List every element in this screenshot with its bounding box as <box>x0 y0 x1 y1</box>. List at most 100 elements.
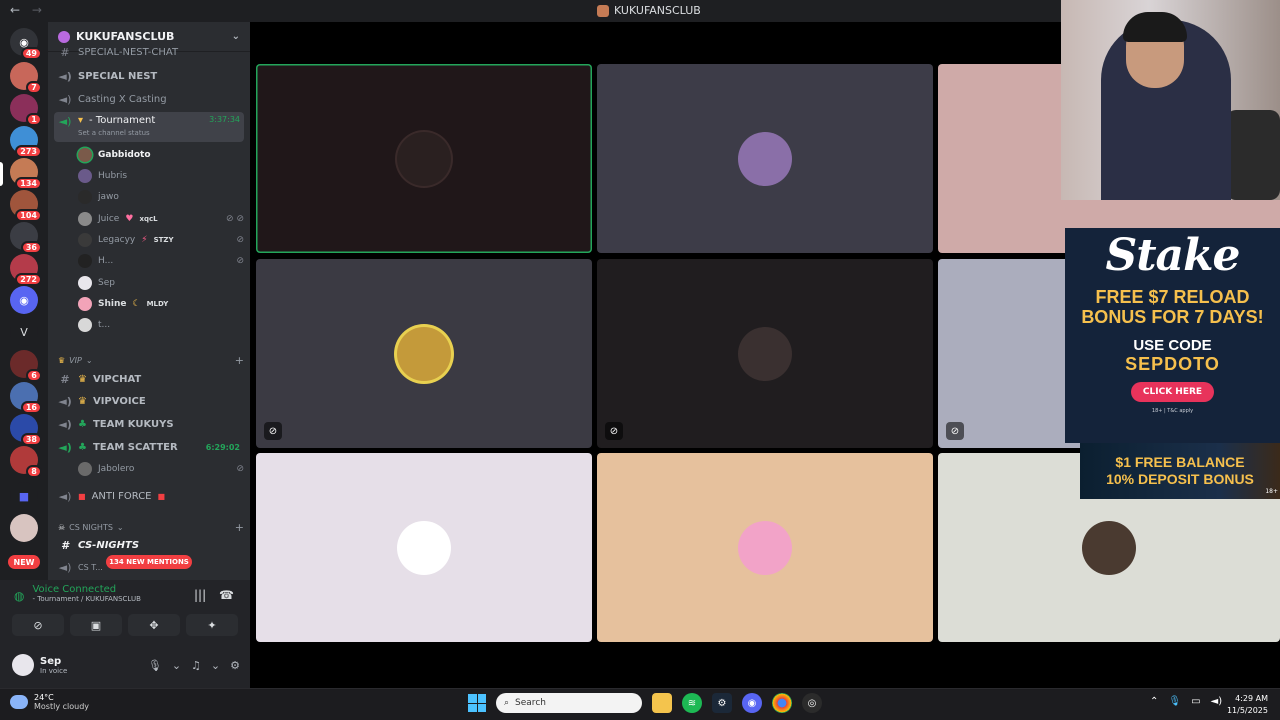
voice-user[interactable]: Shine ☾ MLDY <box>78 295 244 313</box>
new-unreads-pill[interactable]: NEW <box>8 555 40 569</box>
search-placeholder: Search <box>515 698 546 708</box>
channel-tournament[interactable]: ◄) ▾ - Tournament 3:37:34 Set a channel … <box>54 112 244 142</box>
chevron-down-icon[interactable]: ⌄ <box>211 659 220 672</box>
server-icon[interactable]: 6 <box>10 350 42 382</box>
screen-share-button[interactable]: ▣ <box>70 614 122 636</box>
activities-button[interactable]: ✥ <box>128 614 180 636</box>
server-icon[interactable]: 8 <box>10 446 42 478</box>
file-explorer-icon[interactable] <box>652 693 672 713</box>
direct-messages-button[interactable]: ◉ 49 <box>10 28 42 60</box>
soundboard-button[interactable]: ✦ <box>186 614 238 636</box>
discord-server-icon[interactable]: ◉ <box>10 286 38 314</box>
weather-widget[interactable]: 24°C Mostly cloudy <box>10 693 89 711</box>
participant-tile[interactable]: ⊘ <box>597 259 933 448</box>
participant-tile[interactable] <box>256 453 592 642</box>
channel-label: TEAM KUKUYS <box>92 418 174 430</box>
server-badge: 134 <box>15 177 42 190</box>
headphones-icon[interactable]: ♫ <box>191 659 201 672</box>
windows-start-icon[interactable] <box>468 694 486 712</box>
gear-icon[interactable]: ⚙ <box>230 659 240 672</box>
user-name: Legacyy <box>98 235 136 245</box>
voice-user[interactable]: Legacyy ⚡ STZY ⊘ <box>78 231 244 249</box>
category-cs-nights[interactable]: ☠ CS NIGHTS ⌄ + <box>58 521 244 534</box>
speaker-icon: ◄) <box>58 115 72 128</box>
discord-icon[interactable]: ◉ <box>742 693 762 713</box>
chrome-icon[interactable] <box>772 693 792 713</box>
server-icon-letter[interactable]: V <box>10 318 38 346</box>
user-area: Sep In voice 🎙 ⌄ ♫ ⌄ ⚙ <box>12 650 240 680</box>
server-icon[interactable] <box>10 514 38 542</box>
add-channel-icon[interactable]: + <box>235 521 244 534</box>
server-icon[interactable]: 7 <box>10 62 42 94</box>
server-icon <box>597 4 609 17</box>
server-icon[interactable]: 36 <box>10 222 42 254</box>
clover-icon: ♣ <box>78 441 87 453</box>
voice-channel-path[interactable]: - Tournament / KUKUFANSCLUB <box>32 595 140 603</box>
server-icon[interactable]: 1 <box>10 94 42 126</box>
avatar <box>78 190 92 204</box>
crown-icon: ♛ <box>78 395 87 407</box>
chevron-down-icon[interactable]: ⌄ <box>232 31 240 42</box>
voice-user[interactable]: jawo <box>78 188 244 206</box>
clover-icon: ♣ <box>78 418 87 430</box>
steam-icon[interactable]: ⚙ <box>712 693 732 713</box>
camera-button[interactable]: ⊘ <box>12 614 64 636</box>
chevron-up-icon[interactable]: ⌃ <box>1150 696 1158 707</box>
channel-vipchat[interactable]: # ♛ VIPCHAT <box>54 369 244 389</box>
back-arrow-icon[interactable]: ← <box>10 3 20 17</box>
folder-icon[interactable]: ■ <box>10 482 38 510</box>
server-badge: 16 <box>20 401 42 414</box>
participant-tile[interactable] <box>256 64 592 253</box>
voice-connected-label[interactable]: Voice Connected <box>32 584 140 595</box>
channel-vipvoice[interactable]: ◄) ♛ VIPVOICE <box>54 391 244 411</box>
taskbar-apps: ⌕ Search ≋ ⚙ ◉ ◎ <box>468 693 822 713</box>
chevron-down-icon[interactable]: ⌄ <box>172 659 181 672</box>
channel-special-chat[interactable]: # SPECIAL-NEST-CHAT <box>54 46 244 58</box>
volume-icon[interactable]: ◄) <box>1211 696 1223 707</box>
signal-icon[interactable]: ◍ <box>14 589 24 603</box>
microphone-icon[interactable]: 🎙 <box>148 659 162 672</box>
voice-user[interactable]: H... ⊘ <box>78 252 244 270</box>
app-icon[interactable]: ◎ <box>802 693 822 713</box>
voice-user[interactable]: Hubris <box>78 167 244 185</box>
channel-anti-force[interactable]: ◄) ■ ANTI FORCE ■ <box>54 486 244 506</box>
noise-suppression-icon[interactable]: ||| <box>194 588 206 602</box>
channel-casting[interactable]: ◄) Casting X Casting <box>54 89 244 109</box>
voice-user[interactable]: Jabolero ⊘ <box>78 460 244 478</box>
voice-user[interactable]: Juice ♥ xqcL ⊘ ⊘ <box>78 210 244 228</box>
channel-sidebar: KUKUFANSCLUB ⌄ # SPECIAL-NEST-CHAT ◄) SPEC… <box>48 22 250 580</box>
category-vip[interactable]: ♛ VIP ⌄ + <box>58 354 244 367</box>
taskbar-search[interactable]: ⌕ Search <box>496 693 642 713</box>
server-icon[interactable]: 273 <box>10 126 42 158</box>
forward-arrow-icon[interactable]: → <box>32 3 42 17</box>
disconnect-icon[interactable]: ☎ <box>219 588 234 602</box>
avatar <box>78 254 92 268</box>
channel-team-scatter[interactable]: ◄) ♣ TEAM SCATTER 6:29:02 <box>54 437 244 457</box>
network-icon[interactable]: ▭ <box>1191 696 1200 707</box>
participant-tile[interactable] <box>597 64 933 253</box>
participant-tile[interactable] <box>597 453 933 642</box>
server-icon[interactable]: 104 <box>10 190 42 222</box>
voice-user[interactable]: Gabbidoto <box>78 146 244 164</box>
channel-team-kukuys[interactable]: ◄) ♣ TEAM KUKUYS <box>54 414 244 434</box>
voice-user[interactable]: Sep <box>78 274 244 292</box>
server-badge: 6 <box>26 369 42 382</box>
channel-cs-nights[interactable]: # CS-NIGHTS <box>54 535 244 555</box>
voice-user[interactable]: t... <box>78 316 244 334</box>
channel-status-prompt[interactable]: Set a channel status <box>78 129 150 137</box>
server-icon[interactable]: 16 <box>10 382 42 414</box>
server-icon[interactable]: 272 <box>10 254 42 286</box>
server-icon[interactable]: 38 <box>10 414 42 446</box>
new-mentions-pill[interactable]: 134 NEW MENTIONS <box>106 555 192 569</box>
microphone-icon[interactable]: 🎙 <box>1168 696 1181 707</box>
spotify-icon[interactable]: ≋ <box>682 693 702 713</box>
channel-special-nest[interactable]: ◄) SPECIAL NEST <box>54 66 244 86</box>
server-icon-kukufansclub[interactable]: 134 <box>10 158 42 190</box>
muted-icon: ⊘ <box>946 422 964 440</box>
add-channel-icon[interactable]: + <box>235 354 244 367</box>
video-off-icon: ⊘ <box>264 422 282 440</box>
user-avatar[interactable] <box>12 654 34 676</box>
taskbar-clock[interactable]: 4:29 AM 11/5/2025 <box>1227 693 1268 717</box>
stake-logo: Stake <box>1105 230 1240 281</box>
participant-tile[interactable]: ⊘ <box>256 259 592 448</box>
